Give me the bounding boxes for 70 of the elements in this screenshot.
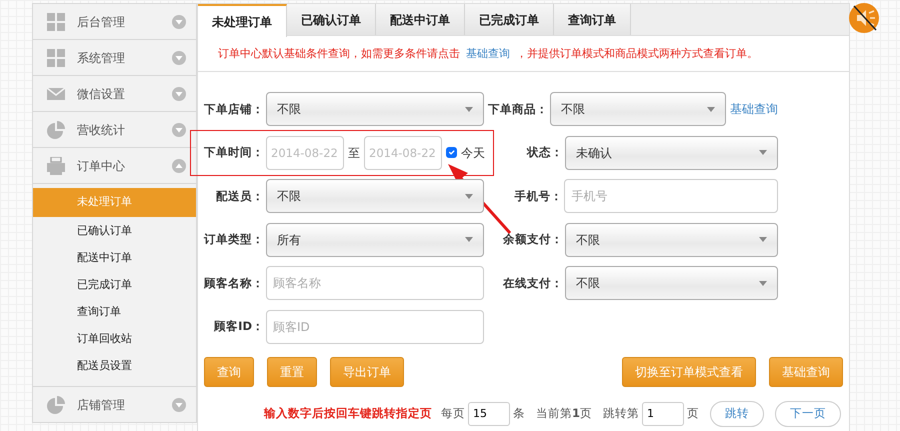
dropdown[interactable]: 不限 — [266, 92, 484, 126]
grid-icon — [47, 48, 65, 66]
tab[interactable]: 查询订单 — [554, 4, 631, 35]
basic-query-link[interactable]: 基础查询 — [466, 47, 510, 60]
notice-text: 订单中心默认基础条件查询，如需更多条件请点击 — [218, 47, 460, 60]
pie-chart-icon — [47, 396, 65, 414]
range-separator: 至 — [348, 144, 360, 162]
hint-text: 输入数字后按回车键跳转指定页 — [264, 404, 432, 422]
field-label: 下单时间： — [203, 144, 264, 162]
pie-chart-icon — [47, 120, 65, 138]
submenu-item[interactable]: 查询订单 — [33, 299, 196, 326]
tab[interactable]: 配送中订单 — [376, 4, 465, 35]
caret-icon — [759, 150, 767, 156]
caret-icon — [465, 106, 473, 112]
sidebar-item[interactable]: 店铺管理 — [33, 387, 196, 423]
dropdown[interactable]: 不限 — [564, 266, 778, 300]
caret-icon — [759, 280, 767, 286]
unit-label: 页 — [687, 404, 699, 422]
field-label: 顾客名称： — [202, 274, 264, 292]
sidebar-item[interactable]: 订单中心 — [33, 148, 196, 184]
unit-label: 条 — [512, 404, 525, 422]
caret-icon — [759, 237, 767, 242]
today-checkbox[interactable] — [446, 147, 457, 158]
text-field[interactable]: 手机号 — [564, 179, 778, 214]
text-field[interactable]: 顾客名称 — [266, 266, 484, 300]
submenu-item[interactable]: 配送中订单 — [33, 245, 196, 272]
printer-icon — [47, 156, 65, 174]
sidebar-item[interactable]: 微信设置 — [33, 76, 196, 112]
date-field[interactable]: 2014-08-22 — [364, 136, 442, 170]
muted-speaker-icon[interactable] — [849, 3, 879, 33]
jump-label: 跳转第 — [603, 404, 639, 422]
field-label: 订单类型： — [202, 231, 264, 248]
tab[interactable]: 已确认订单 — [287, 4, 376, 35]
submenu-item[interactable]: 订单回收站 — [33, 326, 196, 353]
per-page-field[interactable]: 15 — [468, 402, 510, 426]
caret-icon — [465, 194, 473, 199]
field-label: 在线支付： — [502, 274, 563, 292]
tab[interactable]: 未处理订单 — [198, 4, 287, 37]
sidebar-item[interactable]: 后台管理 — [33, 4, 196, 40]
dropdown[interactable]: 不限 — [266, 179, 484, 214]
tab[interactable]: 已完成订单 — [465, 4, 554, 35]
sidebar-item[interactable]: 营收统计 — [33, 112, 196, 148]
caret-icon — [707, 106, 715, 112]
field-label: 余额支付： — [502, 231, 563, 248]
current-page-text: 当前第1页 — [536, 404, 592, 422]
field-label: 手机号： — [513, 188, 562, 205]
per-page-label: 每页 — [440, 404, 465, 422]
field-label: 顾客ID： — [212, 318, 264, 336]
dropdown[interactable]: 不限 — [550, 92, 726, 126]
text-field[interactable]: 顾客ID — [266, 310, 484, 344]
next-page-button[interactable]: 下一页 — [775, 400, 841, 426]
submenu-item[interactable]: 已完成订单 — [33, 272, 196, 299]
submenu-item[interactable]: 配送员设置 — [33, 353, 196, 380]
dropdown[interactable]: 所有 — [266, 222, 484, 257]
grid-icon — [47, 12, 65, 30]
field-label: 下单店铺： — [203, 100, 264, 118]
dropdown[interactable]: 不限 — [564, 222, 778, 257]
basic-query-link[interactable]: 基础查询 — [730, 100, 778, 118]
date-field[interactable]: 2014-08-22 — [266, 136, 344, 170]
dropdown[interactable]: 未确认 — [564, 136, 778, 170]
sidebar-item[interactable]: 系统管理 — [33, 40, 196, 76]
notice-text: ，并提供订单模式和商品模式两种方式查看订单。 — [516, 47, 758, 60]
submenu-item[interactable]: 已确认订单 — [33, 218, 196, 245]
jump-button[interactable]: 跳转 — [710, 400, 764, 426]
field-label: 下单商品： — [488, 100, 548, 118]
field-label: 配送员： — [215, 188, 264, 205]
field-label: 状态： — [526, 144, 563, 162]
caret-icon — [465, 237, 473, 242]
page-number-field[interactable]: 1 — [642, 402, 684, 426]
checkbox-label: 今天 — [461, 144, 485, 162]
